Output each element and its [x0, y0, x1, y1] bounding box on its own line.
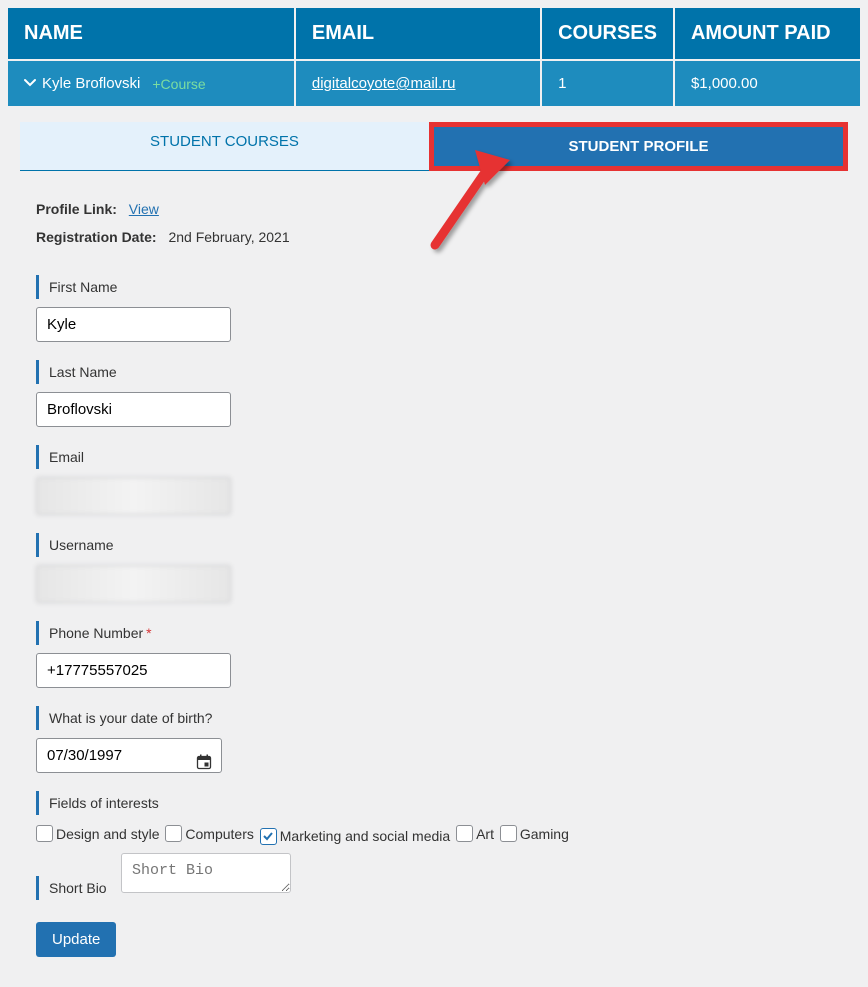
username-label: Username [36, 533, 124, 557]
email-label: Email [36, 445, 94, 469]
checkbox-computers-label: Computers [185, 826, 253, 842]
registration-date-label: Registration Date: [36, 229, 157, 245]
checkbox-gaming-label: Gaming [520, 826, 569, 842]
checkbox-marketing[interactable]: Marketing and social media [260, 828, 450, 845]
last-name-label: Last Name [36, 360, 127, 384]
col-email: EMAIL [296, 8, 540, 59]
first-name-input[interactable] [36, 307, 231, 342]
phone-label: Phone Number* [36, 621, 162, 645]
dob-label: What is your date of birth? [36, 706, 222, 730]
bio-textarea[interactable] [121, 853, 291, 893]
interests-label: Fields of interests [36, 791, 169, 815]
col-courses: COURSES [542, 8, 673, 59]
last-name-input[interactable] [36, 392, 231, 427]
email-field-redacted[interactable] [36, 477, 231, 515]
registration-date-value: 2nd February, 2021 [168, 229, 289, 245]
tab-student-courses[interactable]: STUDENT COURSES [20, 122, 429, 171]
bio-label: Short Bio [36, 876, 117, 900]
checkbox-art[interactable]: Art [456, 825, 494, 842]
profile-link-view[interactable]: View [129, 201, 159, 217]
username-field-redacted[interactable] [36, 565, 231, 603]
phone-input[interactable] [36, 653, 231, 688]
add-course-link[interactable]: +Course [152, 76, 205, 92]
checkbox-art-label: Art [476, 826, 494, 842]
checkbox-computers[interactable]: Computers [165, 825, 253, 842]
col-amount: AMOUNT PAID [675, 8, 860, 59]
col-name: NAME [8, 8, 294, 59]
chevron-down-icon[interactable] [24, 75, 36, 92]
tab-student-profile[interactable]: STUDENT PROFILE [429, 122, 848, 171]
dob-input[interactable] [36, 738, 222, 773]
student-table: NAME EMAIL COURSES AMOUNT PAID Kyle Brof… [6, 6, 862, 108]
update-button[interactable]: Update [36, 922, 116, 957]
checkbox-gaming[interactable]: Gaming [500, 825, 569, 842]
table-row: Kyle Broflovski +Course digitalcoyote@ma… [8, 61, 860, 106]
tabs: STUDENT COURSES STUDENT PROFILE [6, 122, 862, 171]
profile-form: Profile Link: View Registration Date: 2n… [6, 171, 862, 967]
checkbox-marketing-label: Marketing and social media [280, 828, 450, 844]
checkbox-design[interactable]: Design and style [36, 825, 160, 842]
first-name-label: First Name [36, 275, 127, 299]
profile-link-label: Profile Link: [36, 201, 117, 217]
checkbox-design-label: Design and style [56, 826, 160, 842]
student-name[interactable]: Kyle Broflovski [42, 75, 140, 92]
student-amount-paid: $1,000.00 [675, 61, 860, 106]
student-courses-count: 1 [542, 61, 673, 106]
student-email-link[interactable]: digitalcoyote@mail.ru [312, 75, 456, 92]
